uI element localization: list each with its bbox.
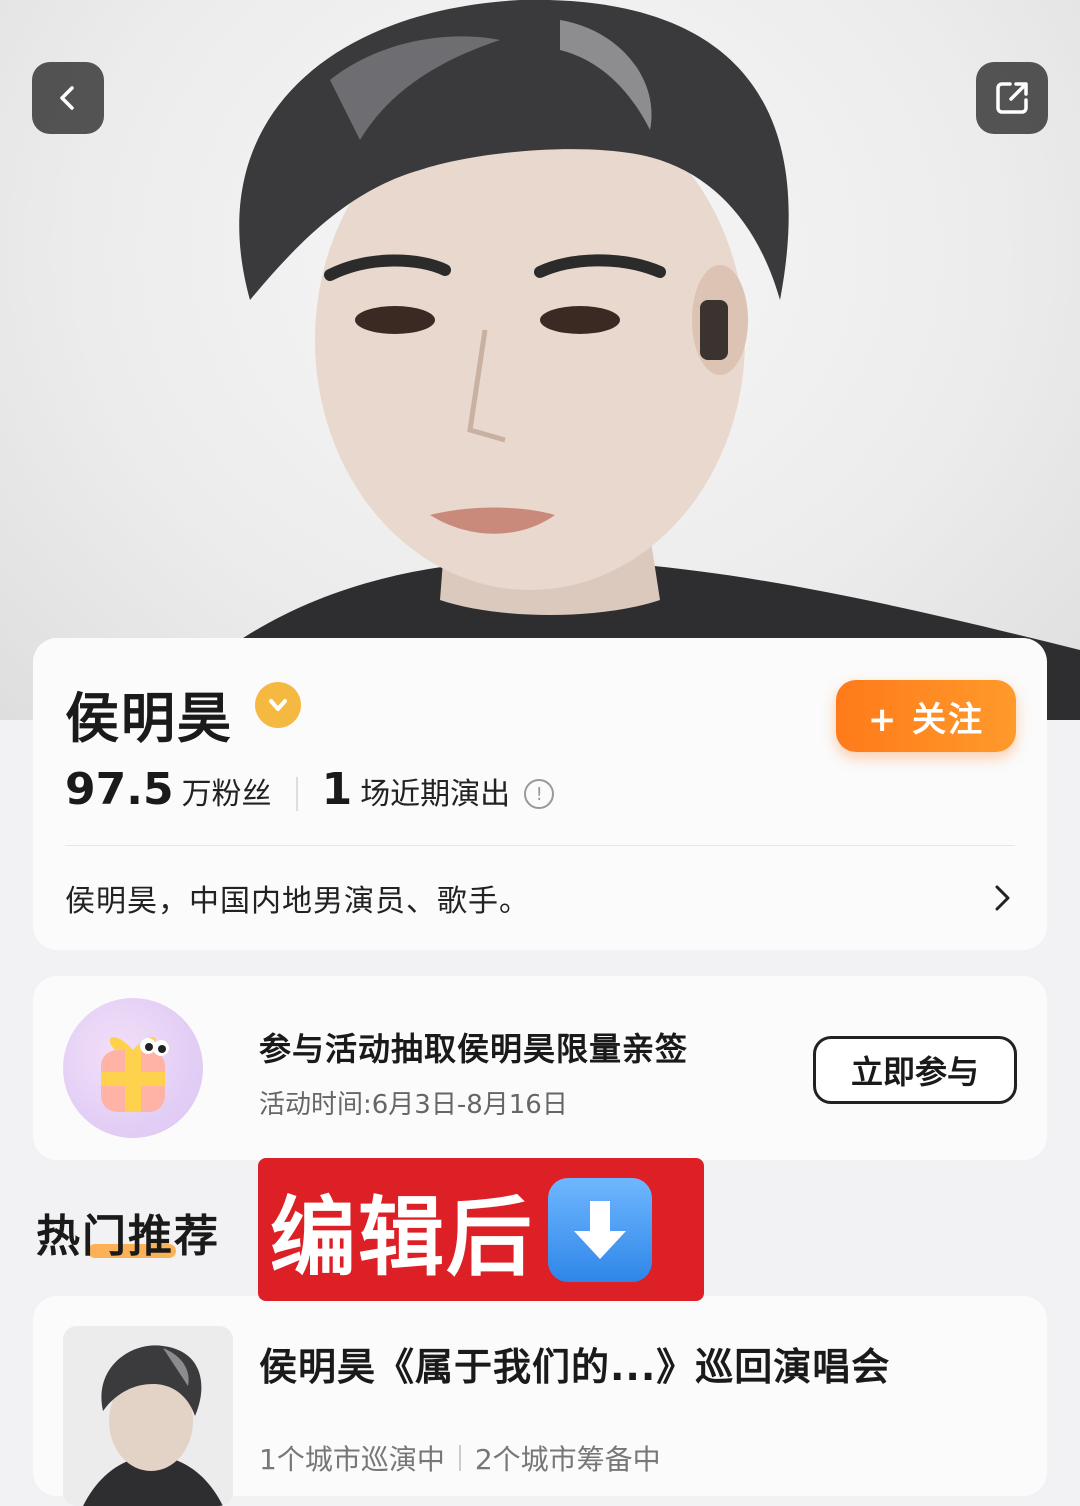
hero-photo — [0, 0, 1080, 720]
fans-unit: 万粉丝 — [181, 777, 272, 812]
down-arrow-emoji-icon — [548, 1177, 652, 1282]
concert-title: 侯明昊《属于我们的...》巡回演唱会 — [259, 1345, 891, 1389]
stats-divider — [295, 777, 298, 811]
back-button[interactable] — [32, 62, 104, 134]
edit-text: 编辑后 — [270, 1188, 534, 1288]
artist-bio[interactable]: 侯明昊，中国内地男演员、歌手。 — [65, 876, 530, 920]
artist-name: 侯明昊 — [65, 687, 233, 750]
shows-count: 1 — [321, 764, 353, 815]
join-button[interactable]: 立即参与 — [813, 1036, 1017, 1104]
verified-badge-icon — [255, 682, 301, 728]
activity-time: 活动时间:6月3日-8月16日 — [259, 1090, 568, 1120]
activity-title: 参与活动抽取侯明昊限量亲签 — [259, 1030, 689, 1068]
stats-row: 97.5 万粉丝 1 场近期演出 ! — [65, 764, 555, 824]
section-title: 热门推荐 — [36, 1211, 220, 1262]
info-icon[interactable]: ! — [524, 779, 555, 809]
share-button[interactable] — [976, 62, 1048, 134]
concert-card[interactable]: 侯明昊《属于我们的...》巡回演唱会 1个城市巡演中 2个城市筹备中 — [33, 1296, 1047, 1506]
touring-status: 1个城市巡演中 — [259, 1443, 445, 1476]
follow-button[interactable]: + 关注 — [836, 680, 1016, 752]
share-icon — [996, 82, 1028, 114]
divider — [65, 845, 1015, 846]
activity-card[interactable]: 参与活动抽取侯明昊限量亲签 活动时间:6月3日-8月16日 立即参与 — [33, 976, 1047, 1160]
chevron-left-icon — [60, 86, 74, 110]
profile-card: 侯明昊 + 关注 97.5 万粉丝 1 场近期演出 ! 侯明昊，中国内地男演员、… — [33, 638, 1047, 950]
edited-overlay-label: 编辑后 — [258, 1158, 704, 1301]
preparing-status: 2个城市筹备中 — [474, 1443, 661, 1476]
status-divider — [458, 1445, 461, 1471]
concert-status: 1个城市巡演中 2个城市筹备中 — [259, 1438, 661, 1478]
fans-count: 97.5 — [65, 764, 174, 815]
concert-thumbnail — [63, 1326, 233, 1506]
chevron-right-icon[interactable] — [991, 883, 1015, 913]
gift-icon — [63, 998, 203, 1138]
artist-portrait — [150, 0, 1080, 720]
shows-unit: 场近期演出 — [360, 777, 511, 812]
